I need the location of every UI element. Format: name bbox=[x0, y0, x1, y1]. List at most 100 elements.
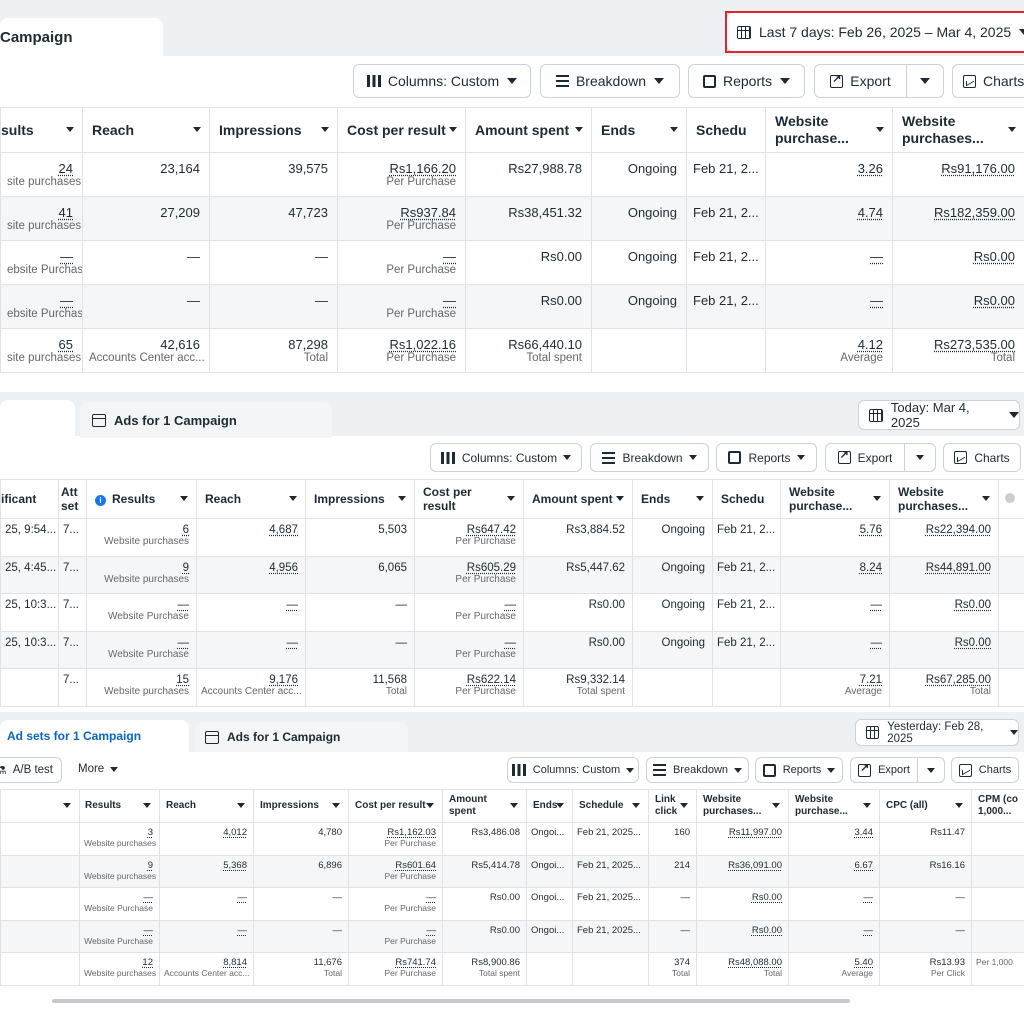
table-row[interactable]: 3 Website purchases 4,012 4,780 Rs1,162.03 Pe… bbox=[0, 822, 1024, 856]
cell-purchase-value-value[interactable]: Rs22,394.00 bbox=[926, 524, 991, 536]
column-header-results[interactable]: i Results bbox=[86, 479, 197, 519]
cell-roas-value[interactable]: — bbox=[870, 293, 883, 308]
cell-results-value[interactable]: 65 bbox=[59, 337, 73, 352]
cell-cost-per-result-value[interactable]: Rs601.64 bbox=[395, 860, 436, 871]
charts-button[interactable]: Charts bbox=[951, 757, 1019, 783]
cell-cost-per-result-value[interactable]: — bbox=[505, 637, 517, 649]
column-header-purchase-value[interactable]: Website purchases... bbox=[889, 479, 999, 519]
breakdown-button[interactable]: Breakdown bbox=[646, 757, 749, 783]
column-header-cost-per-result[interactable]: Cost per result bbox=[414, 479, 524, 519]
cell-purchase-value-value[interactable]: Rs36,091.00 bbox=[728, 860, 782, 871]
export-dropdown-button[interactable] bbox=[917, 757, 945, 783]
export-button[interactable]: Export bbox=[814, 64, 907, 98]
cell-roas-value[interactable]: 6.67 bbox=[855, 860, 874, 871]
cell-roas-value[interactable]: — bbox=[864, 892, 874, 903]
cell-reach-value[interactable]: 4,012 bbox=[223, 827, 247, 838]
cell-cost-per-result-value[interactable]: — bbox=[443, 249, 456, 264]
table-summary-row[interactable]: 7... 15 Website purchases 9,176 Accounts Cen… bbox=[0, 668, 1024, 707]
cell-roas-value[interactable]: — bbox=[871, 637, 883, 649]
column-header-ends[interactable]: Ends bbox=[526, 789, 573, 823]
export-button[interactable]: Export bbox=[825, 443, 905, 472]
column-add[interactable] bbox=[998, 479, 1024, 519]
cell-roas-value[interactable]: 4.74 bbox=[858, 205, 883, 220]
reports-button[interactable]: Reports bbox=[716, 443, 817, 472]
table-row[interactable]: — Website Purchase — — — Per Purchase Rs0.00 On… bbox=[0, 887, 1024, 921]
column-header-amount-spent[interactable]: Amount spent bbox=[523, 479, 633, 519]
cell-roas-value[interactable]: 3.44 bbox=[855, 827, 874, 838]
cell-results-value[interactable]: 6 bbox=[183, 524, 189, 536]
cell-results-value[interactable]: 15 bbox=[176, 674, 189, 686]
cell-results-value[interactable]: — bbox=[144, 925, 154, 936]
tab-campaign[interactable]: Campaign bbox=[0, 18, 163, 56]
cell-cost-per-result-value[interactable]: Rs741.74 bbox=[395, 957, 436, 968]
column-header-cost-per-result[interactable]: Cost per result bbox=[337, 107, 466, 153]
column-header-ends[interactable]: Ends bbox=[591, 107, 687, 153]
cell-roas-value[interactable]: 7.21 bbox=[860, 674, 882, 686]
cell-results-value[interactable]: 41 bbox=[59, 205, 73, 220]
charts-button[interactable]: Charts bbox=[943, 443, 1021, 472]
cell-results-value[interactable]: — bbox=[60, 249, 73, 264]
tab-ads[interactable]: Ads for 1 Campaign bbox=[195, 722, 408, 752]
column-header-reach[interactable]: Reach bbox=[159, 789, 254, 823]
column-header-schedule[interactable]: Schedule bbox=[572, 789, 649, 823]
cell-cost-per-result-value[interactable]: — bbox=[505, 599, 517, 611]
cell-cost-per-result-value[interactable]: Rs647.42 bbox=[467, 524, 516, 536]
cell-cost-per-result-value[interactable]: Rs622.14 bbox=[467, 674, 516, 686]
cell-reach-value[interactable]: 8,814 bbox=[223, 957, 247, 968]
info-icon[interactable]: i bbox=[95, 494, 106, 506]
export-button[interactable]: Export bbox=[850, 757, 918, 783]
cell-roas-value[interactable]: — bbox=[870, 249, 883, 264]
breakdown-button[interactable]: Breakdown bbox=[590, 443, 709, 472]
column-header-ends[interactable]: Ends bbox=[632, 479, 713, 519]
cell-purchase-value-value[interactable]: Rs0.00 bbox=[974, 293, 1015, 308]
cell-reach-value[interactable]: — bbox=[238, 892, 248, 903]
cell-purchase-value-value[interactable]: Rs0.00 bbox=[752, 892, 782, 903]
cell-roas-value[interactable]: 8.24 bbox=[860, 562, 882, 574]
cell-purchase-value-value[interactable]: Rs0.00 bbox=[955, 599, 991, 611]
cell-reach-value[interactable]: 9,176 bbox=[269, 674, 298, 686]
cell-cost-per-result-value[interactable]: Rs937.84 bbox=[400, 205, 456, 220]
column-header-impressions[interactable]: Impressions bbox=[209, 107, 338, 153]
cell-roas-value[interactable]: 5.40 bbox=[855, 957, 874, 968]
column-header-attribution[interactable]: Att set bbox=[58, 479, 87, 519]
column-header-roas[interactable]: Website purchase... bbox=[788, 789, 880, 823]
more-button[interactable]: More bbox=[78, 763, 119, 775]
table-row[interactable]: 41 site purchases 27,209 47,723 Rs937.84 Per … bbox=[0, 196, 1024, 241]
cell-roas-value[interactable]: — bbox=[864, 925, 874, 936]
reports-button[interactable]: Reports bbox=[755, 757, 843, 783]
columns-button[interactable]: Columns: Custom bbox=[430, 443, 582, 472]
cell-reach-value[interactable]: — bbox=[287, 599, 299, 611]
table-row[interactable]: — ebsite Purchase — — — Per Purchase Rs0.00 Ong… bbox=[0, 284, 1024, 329]
cell-reach-value[interactable]: — bbox=[238, 925, 248, 936]
cell-cost-per-result-value[interactable]: Rs1,022.16 bbox=[390, 337, 457, 352]
cell-results-value[interactable]: 3 bbox=[148, 827, 153, 838]
cell-cost-per-result-value[interactable]: — bbox=[443, 293, 456, 308]
export-dropdown-button[interactable] bbox=[906, 64, 944, 98]
tab-adsets[interactable]: Ad sets for 1 Campaign bbox=[0, 720, 189, 752]
cell-purchase-value-value[interactable]: Rs48,088.00 bbox=[728, 957, 782, 968]
tab-blank[interactable] bbox=[0, 400, 75, 436]
table-summary-row[interactable]: 65 site purchases 42,616 Accounts Center ac… bbox=[0, 328, 1024, 373]
cell-purchase-value-value[interactable]: Rs0.00 bbox=[955, 637, 991, 649]
cell-results-value[interactable]: 9 bbox=[148, 860, 153, 871]
table-row[interactable]: 9 Website purchases 5,368 6,896 Rs601.64 Per … bbox=[0, 854, 1024, 888]
cell-cost-per-result-value[interactable]: — bbox=[427, 925, 437, 936]
cell-cost-per-result-value[interactable]: Rs605.29 bbox=[467, 562, 516, 574]
columns-button[interactable]: Columns: Custom bbox=[507, 757, 639, 783]
column-header-purchase-value[interactable]: Website purchases... bbox=[892, 107, 1024, 153]
column-header-cpc[interactable]: CPC (all) bbox=[879, 789, 972, 823]
table-row[interactable]: 24 site purchases 23,164 39,575 Rs1,166.20 Pe… bbox=[0, 152, 1024, 197]
table-summary-row[interactable]: 12 Website purchases 8,814 Accounts Center … bbox=[0, 952, 1024, 986]
column-header-reach[interactable]: Reach bbox=[82, 107, 210, 153]
charts-button[interactable]: Charts bbox=[952, 64, 1024, 98]
cell-results-value[interactable]: — bbox=[178, 637, 190, 649]
cell-reach-value[interactable]: 5,368 bbox=[223, 860, 247, 871]
cell-purchase-value-value[interactable]: Rs11,997.00 bbox=[729, 827, 782, 838]
export-dropdown-button[interactable] bbox=[904, 443, 936, 472]
column-header-cpm[interactable]: CPM (co 1,000... bbox=[971, 789, 1024, 823]
cell-roas-value[interactable]: 3.26 bbox=[858, 161, 883, 176]
ab-test-button[interactable]: ⚗ A/B test bbox=[0, 757, 62, 783]
cell-roas-value[interactable]: 5.76 bbox=[860, 524, 882, 536]
column-header-link-click[interactable]: Link click bbox=[648, 789, 697, 823]
column-header-roas[interactable]: Website purchase... bbox=[780, 479, 890, 519]
